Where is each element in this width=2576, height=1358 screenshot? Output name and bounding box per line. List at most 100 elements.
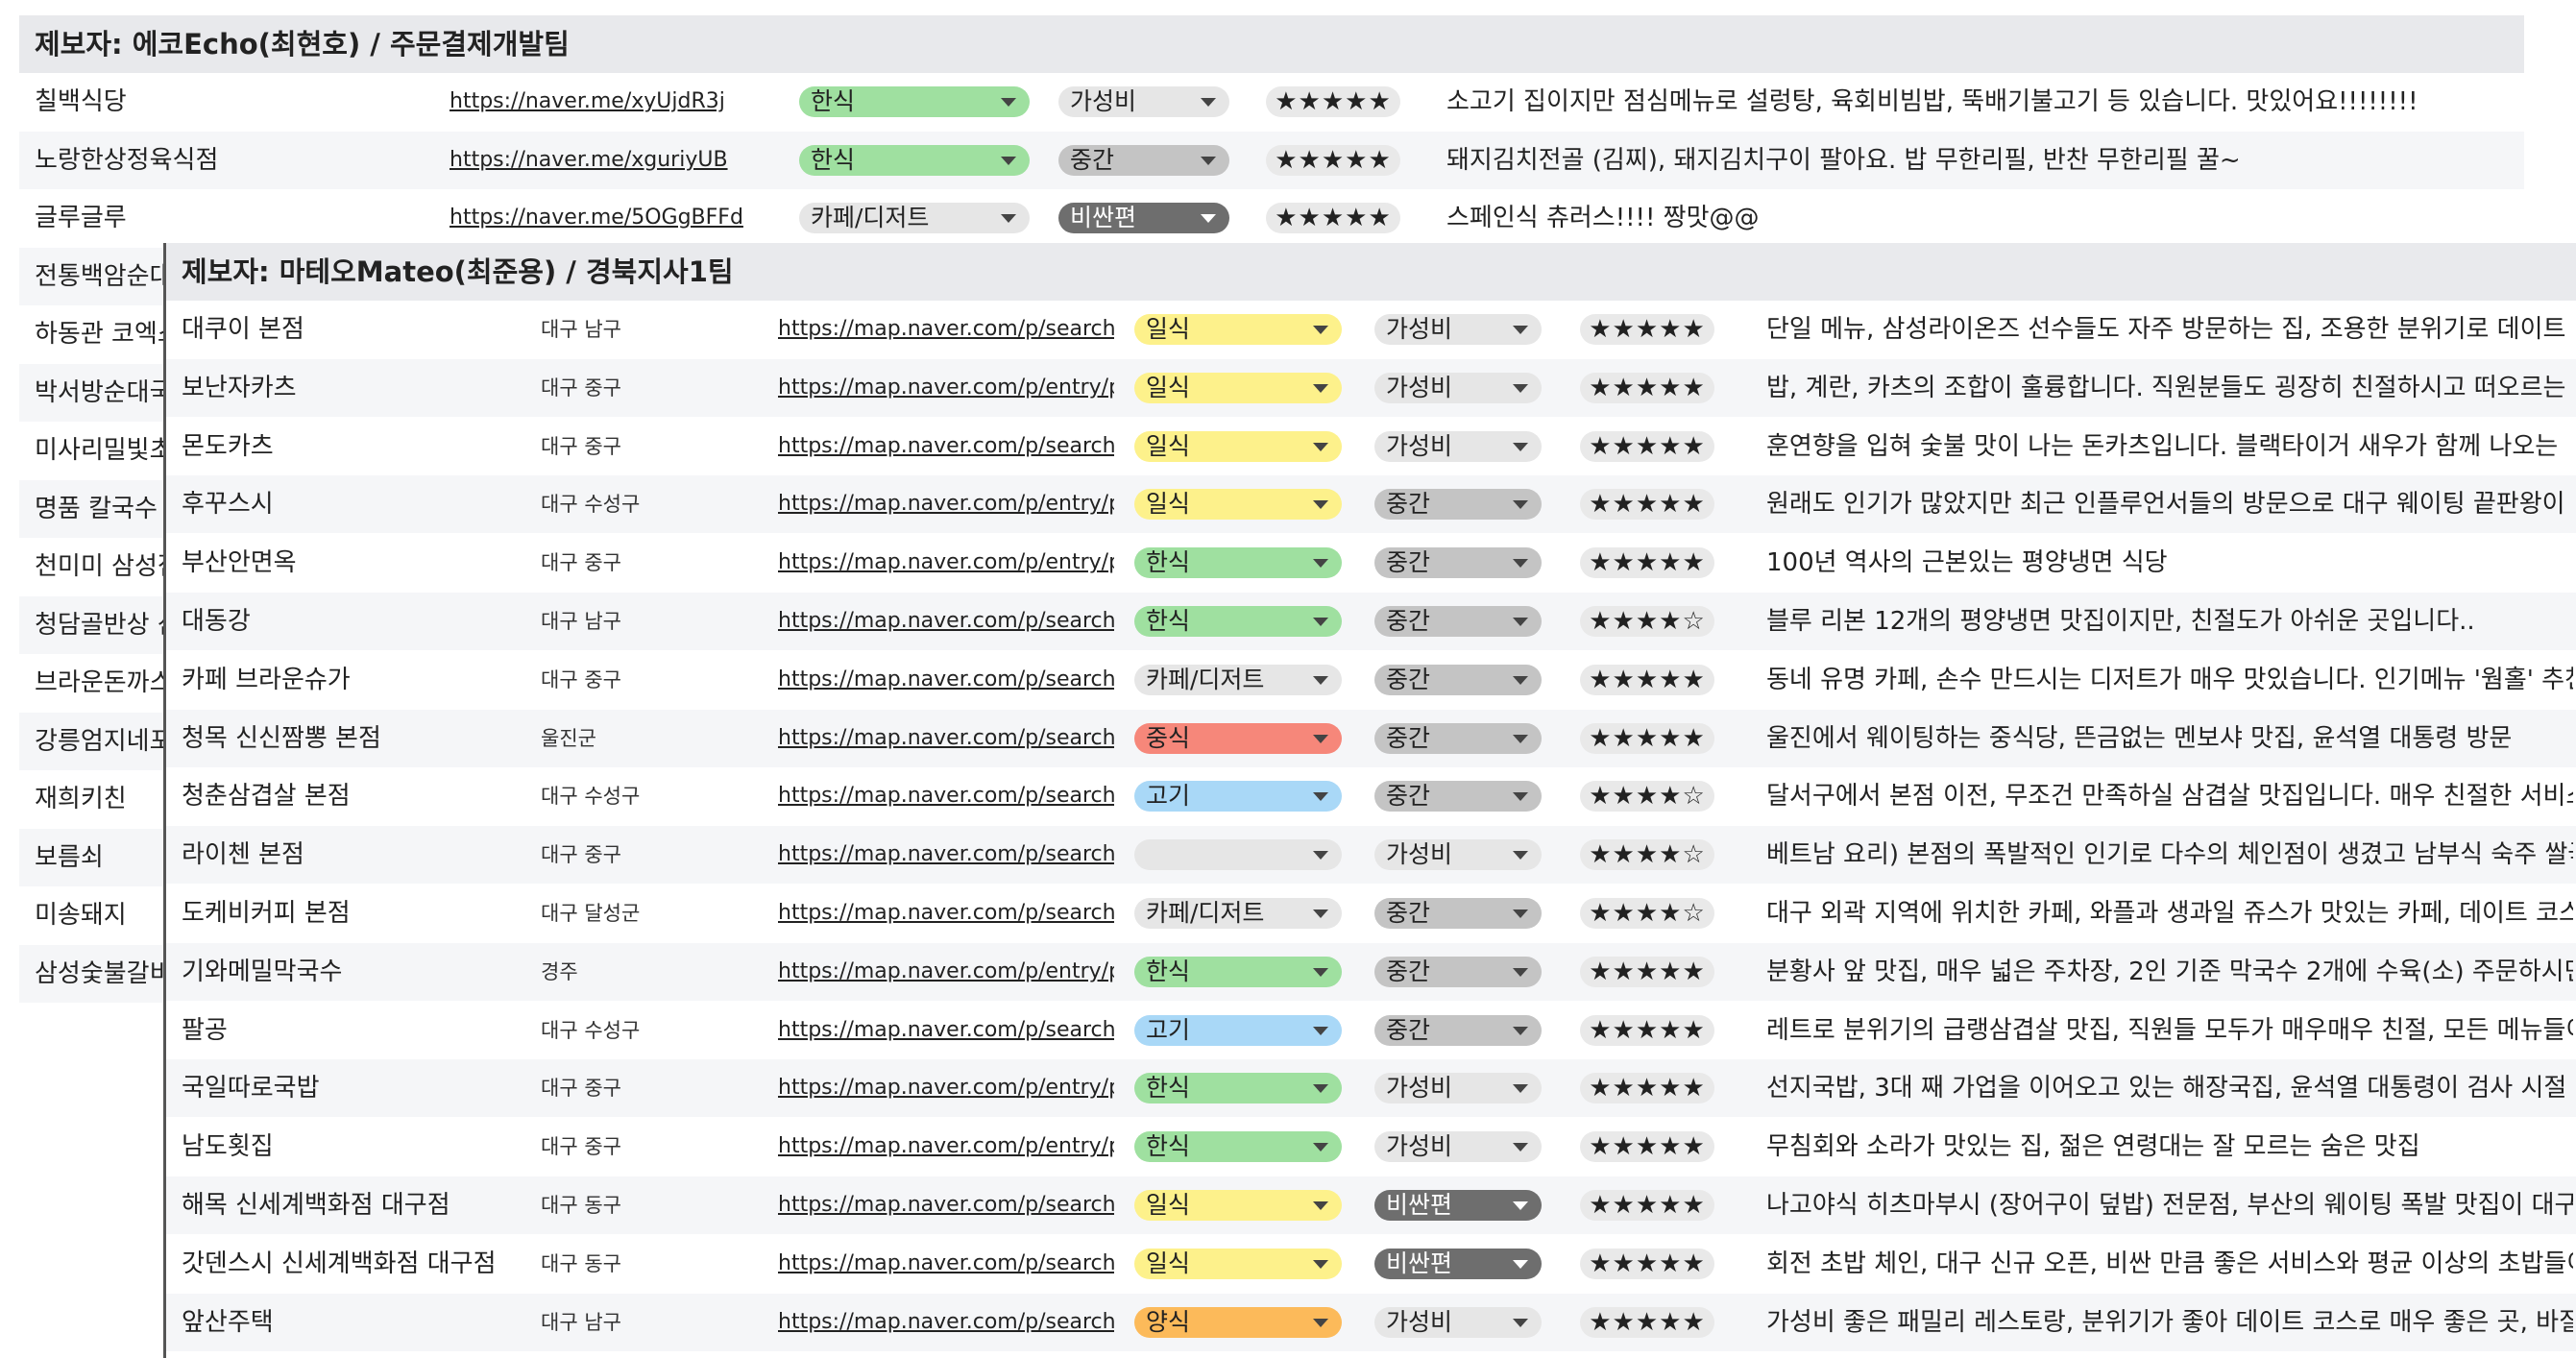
restaurant-link[interactable]: https://map.naver.com/p/search/% — [778, 1176, 1114, 1234]
category-dropdown[interactable]: 일식 — [1134, 430, 1342, 462]
rating-stars[interactable]: ★★★★★ — [1266, 144, 1400, 176]
category-dropdown[interactable]: 일식 — [1134, 1248, 1342, 1279]
category-dropdown[interactable]: 한식 — [799, 86, 1030, 117]
rating-stars[interactable]: ★★★★☆ — [1580, 839, 1714, 871]
rating-stars[interactable]: ★★★★★ — [1580, 1190, 1714, 1221]
category-dropdown[interactable]: 일식 — [1134, 314, 1342, 345]
price-dropdown[interactable]: 중간 — [1374, 606, 1542, 637]
restaurant-link[interactable]: https://map.naver.com/p/entry/pla — [778, 943, 1114, 1001]
restaurant-link[interactable]: https://map.naver.com/p/search/% — [778, 1294, 1114, 1351]
table-row: 국일따로국밥 대구 중구 https://map.naver.com/p/entry… — [166, 1059, 2576, 1118]
category-dropdown[interactable]: 한식 — [1134, 956, 1342, 987]
price-dropdown[interactable]: 가성비 — [1374, 430, 1542, 462]
restaurant-link[interactable]: https://map.naver.com/p/search/% — [778, 593, 1114, 650]
restaurant-link[interactable]: https://map.naver.com/p/search/% — [778, 710, 1114, 767]
category-dropdown[interactable]: 일식 — [1134, 489, 1342, 521]
rating-stars[interactable]: ★★★★★ — [1580, 956, 1714, 987]
price-dropdown[interactable]: 중간 — [1374, 1014, 1542, 1046]
restaurant-link[interactable]: https://map.naver.com/p/search/% — [778, 1235, 1114, 1293]
price-dropdown[interactable]: 중간 — [1374, 898, 1542, 929]
category-dropdown[interactable]: 고기 — [1134, 781, 1342, 812]
price-dropdown[interactable]: 중간 — [1374, 547, 1542, 579]
restaurant-link[interactable]: https://map.naver.com/p/entry/pla — [778, 359, 1114, 417]
rating-stars[interactable]: ★★★★★ — [1580, 1131, 1714, 1163]
price-dropdown[interactable]: 가성비 — [1374, 372, 1542, 403]
rating-stars[interactable]: ★★★★★ — [1580, 314, 1714, 345]
rating-stars[interactable]: ★★★★☆ — [1580, 781, 1714, 812]
category-dropdown[interactable]: 한식 — [1134, 1131, 1342, 1163]
rating-stars[interactable]: ★★★★★ — [1580, 547, 1714, 579]
price-dropdown[interactable]: 비싼편 — [1374, 1190, 1542, 1221]
price-label: 가성비 — [1386, 373, 1453, 401]
price-dropdown[interactable]: 중간 — [1374, 722, 1542, 754]
restaurant-link[interactable]: https://map.naver.com/p/search/% — [778, 885, 1114, 942]
category-dropdown[interactable]: 한식 — [1134, 547, 1342, 579]
table-row: 칠백식당 https://naver.me/xyUjdR3j 한식 가성비 ★★★★★ 소… — [19, 73, 2524, 131]
restaurant-link[interactable]: https://map.naver.com/p/entry/pla — [778, 1059, 1114, 1117]
restaurant-name: 라이첸 본점 — [182, 840, 304, 870]
rating-stars[interactable]: ★★★★★ — [1266, 86, 1400, 117]
category-dropdown[interactable]: 중식 — [1134, 722, 1342, 754]
category-label: 일식 — [1146, 373, 1191, 401]
category-dropdown[interactable]: 양식 — [1134, 1306, 1342, 1338]
restaurant-link[interactable]: https://map.naver.com/p/entry/pla — [778, 475, 1114, 533]
price-dropdown[interactable]: 중간 — [1374, 489, 1542, 521]
chevron-down-icon — [1201, 156, 1216, 165]
restaurant-region: 대구 중구 — [541, 1135, 621, 1159]
table-row: 글루글루 https://naver.me/5OGgBFFd 카페/디저트 비싼편 ★★… — [19, 189, 2524, 247]
category-dropdown[interactable]: 카페/디저트 — [1134, 664, 1342, 695]
category-label: 한식 — [811, 87, 856, 115]
price-dropdown[interactable]: 가성비 — [1374, 839, 1542, 871]
restaurant-link[interactable]: https://naver.me/xyUjdR3j — [450, 73, 757, 131]
rating-stars[interactable]: ★★★★★ — [1266, 203, 1400, 233]
rating-stars[interactable]: ★★★★★ — [1580, 1248, 1714, 1279]
table-row: 보난자카츠 대구 중구 https://map.naver.com/p/entry/… — [166, 358, 2576, 417]
price-dropdown[interactable]: 가성비 — [1374, 314, 1542, 345]
restaurant-description: 베트남 요리) 본점의 폭발적인 인기로 다수의 체인점이 생겼고 남부식 숙주… — [1766, 840, 2573, 870]
category-dropdown[interactable]: 한식 — [799, 144, 1030, 176]
restaurant-link[interactable]: https://map.naver.com/p/search/% — [778, 651, 1114, 709]
price-dropdown[interactable]: 중간 — [1374, 664, 1542, 695]
restaurant-link[interactable]: https://map.naver.com/p/search/% — [778, 767, 1114, 825]
category-dropdown[interactable]: 일식 — [1134, 372, 1342, 403]
rating-stars[interactable]: ★★★★☆ — [1580, 898, 1714, 929]
rating-stars[interactable]: ★★★★★ — [1580, 489, 1714, 521]
price-dropdown[interactable]: 가성비 — [1374, 1073, 1542, 1104]
rating-stars[interactable]: ★★★★★ — [1580, 722, 1714, 754]
rating-stars[interactable]: ★★★★★ — [1580, 430, 1714, 462]
restaurant-link[interactable]: https://map.naver.com/p/entry/pla — [778, 1118, 1114, 1176]
restaurant-link[interactable]: https://map.naver.com/p/search/% — [778, 1002, 1114, 1059]
rating-stars[interactable]: ★★★★★ — [1580, 1306, 1714, 1338]
rating-stars[interactable]: ★★★★★ — [1580, 1014, 1714, 1046]
chevron-down-icon — [1513, 967, 1528, 977]
price-dropdown[interactable]: 중간 — [1374, 781, 1542, 812]
category-dropdown[interactable]: 한식 — [1134, 606, 1342, 637]
restaurant-link[interactable]: https://map.naver.com/p/entry/pla — [778, 534, 1114, 592]
price-dropdown[interactable]: 가성비 — [1374, 1306, 1542, 1338]
price-dropdown[interactable]: 가성비 — [1374, 1131, 1542, 1163]
restaurant-link[interactable]: https://naver.me/xguriyUB — [450, 132, 757, 189]
price-dropdown[interactable]: 비싼편 — [1374, 1248, 1542, 1279]
restaurant-link[interactable]: https://naver.me/5OGgBFFd — [450, 189, 757, 247]
category-dropdown[interactable]: 카페/디저트 — [799, 203, 1030, 233]
category-dropdown[interactable]: 한식 — [1134, 1073, 1342, 1104]
restaurant-link[interactable]: https://map.naver.com/p/search/% — [778, 301, 1114, 358]
price-dropdown[interactable]: 비싼편 — [1058, 203, 1229, 233]
rating-stars[interactable]: ★★★★★ — [1580, 372, 1714, 403]
price-dropdown[interactable]: 가성비 — [1058, 86, 1229, 117]
chevron-down-icon — [1201, 98, 1216, 107]
restaurant-link[interactable]: https://map.naver.com/p/search/% — [778, 826, 1114, 884]
category-dropdown[interactable]: 일식 — [1134, 1190, 1342, 1221]
rating-stars[interactable]: ★★★★☆ — [1580, 606, 1714, 637]
category-dropdown[interactable] — [1134, 839, 1342, 871]
category-dropdown[interactable]: 카페/디저트 — [1134, 898, 1342, 929]
category-dropdown[interactable]: 고기 — [1134, 1014, 1342, 1046]
rating-stars[interactable]: ★★★★★ — [1580, 664, 1714, 695]
restaurant-link[interactable]: https://map.naver.com/p/search/% — [778, 418, 1114, 475]
rating-stars[interactable]: ★★★★★ — [1580, 1073, 1714, 1104]
price-dropdown[interactable]: 중간 — [1058, 144, 1229, 176]
category-label: 카페/디저트 — [811, 204, 930, 231]
restaurant-description: 밥, 계란, 카츠의 조합이 훌륭합니다. 직원분들도 굉장히 친절하시고 떠오… — [1766, 373, 2566, 402]
price-dropdown[interactable]: 중간 — [1374, 956, 1542, 987]
category-label: 일식 — [1146, 315, 1191, 343]
